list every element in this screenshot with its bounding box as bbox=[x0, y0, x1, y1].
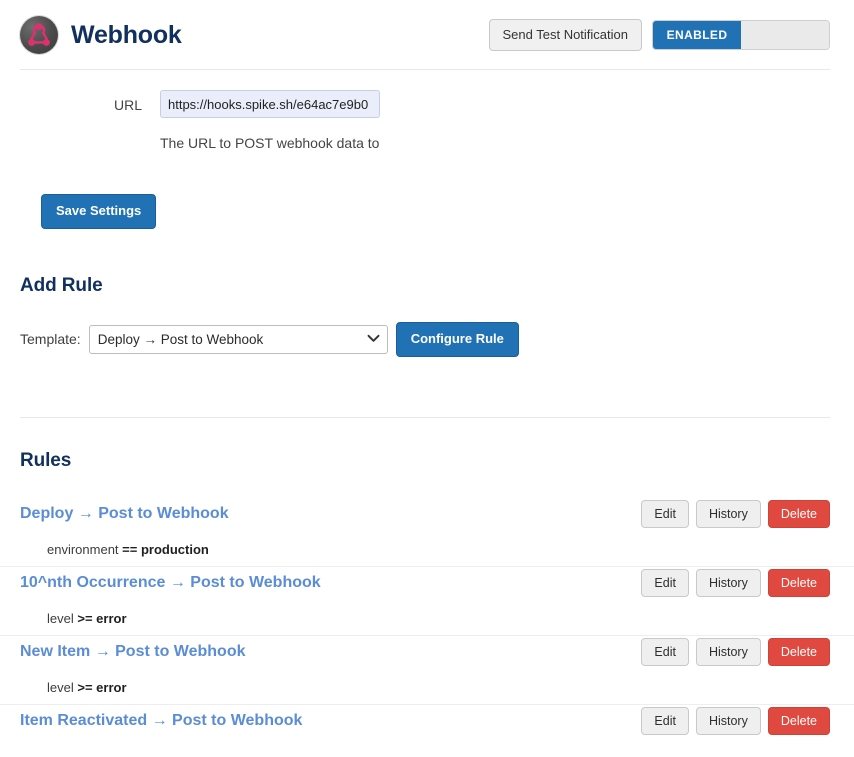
add-rule-heading: Add Rule bbox=[20, 275, 854, 297]
rule-title-link[interactable]: 10^nth Occurrence → Post to Webhook bbox=[20, 574, 321, 592]
rule-condition: environment == production bbox=[0, 530, 854, 567]
rule-header: Item Reactivated → Post to Webhook EditHi… bbox=[0, 705, 854, 737]
rule-history-button[interactable]: History bbox=[696, 569, 761, 597]
rule-edit-button[interactable]: Edit bbox=[641, 500, 689, 528]
rule-condition: level >= error bbox=[0, 599, 854, 636]
brand: Webhook bbox=[20, 16, 182, 54]
rule-title-link[interactable]: New Item → Post to Webhook bbox=[20, 643, 246, 661]
webhook-settings-form: URL The URL to POST webhook data to Save… bbox=[0, 70, 854, 229]
page-title: Webhook bbox=[71, 23, 182, 48]
rule-row: Deploy → Post to Webhook EditHistoryDelet… bbox=[0, 498, 854, 567]
rule-delete-button[interactable]: Delete bbox=[768, 569, 830, 597]
save-settings-row: Save Settings bbox=[41, 194, 854, 229]
toggle-disabled-segment[interactable] bbox=[741, 21, 829, 49]
enabled-toggle[interactable]: ENABLED bbox=[652, 20, 830, 50]
toggle-enabled-segment[interactable]: ENABLED bbox=[653, 21, 741, 49]
template-label: Template: bbox=[20, 331, 81, 347]
condition-operator-value: == production bbox=[122, 542, 209, 557]
rule-condition: level >= error bbox=[0, 668, 854, 705]
rule-edit-button[interactable]: Edit bbox=[641, 569, 689, 597]
template-select[interactable]: Deploy → Post to Webhook bbox=[89, 325, 388, 354]
condition-field: level bbox=[47, 680, 77, 695]
condition-field: environment bbox=[47, 542, 122, 557]
url-help-text: The URL to POST webhook data to bbox=[160, 135, 854, 151]
rule-history-button[interactable]: History bbox=[696, 707, 761, 735]
rule-header: 10^nth Occurrence → Post to Webhook EditH… bbox=[0, 567, 854, 599]
page-header: Webhook Send Test Notification ENABLED bbox=[0, 0, 854, 56]
save-settings-button[interactable]: Save Settings bbox=[41, 194, 156, 229]
rule-row: 10^nth Occurrence → Post to Webhook EditH… bbox=[0, 567, 854, 636]
rules-heading: Rules bbox=[20, 450, 854, 472]
rule-header: Deploy → Post to Webhook EditHistoryDelet… bbox=[0, 498, 854, 530]
add-rule-section: Add Rule Template: Deploy → Post to Webh… bbox=[0, 275, 854, 357]
rule-row: New Item → Post to Webhook EditHistoryDel… bbox=[0, 636, 854, 705]
rule-delete-button[interactable]: Delete bbox=[768, 707, 830, 735]
rule-title-link[interactable]: Deploy → Post to Webhook bbox=[20, 505, 229, 523]
rules-divider bbox=[20, 417, 830, 418]
rules-section: Rules Deploy → Post to WebhookEditHistor… bbox=[0, 450, 854, 757]
url-form-row: URL The URL to POST webhook data to bbox=[0, 90, 854, 151]
url-input[interactable] bbox=[160, 90, 380, 118]
url-control-column: The URL to POST webhook data to bbox=[160, 90, 854, 151]
rule-actions: EditHistoryDelete bbox=[641, 638, 830, 666]
rule-actions: EditHistoryDelete bbox=[641, 500, 830, 528]
rule-delete-button[interactable]: Delete bbox=[768, 638, 830, 666]
condition-field: level bbox=[47, 611, 77, 626]
rule-spacer bbox=[0, 737, 854, 757]
url-label: URL bbox=[0, 90, 160, 113]
configure-rule-button[interactable]: Configure Rule bbox=[396, 322, 519, 357]
rules-list: Deploy → Post to WebhookEditHistoryDelet… bbox=[0, 498, 854, 757]
rule-delete-button[interactable]: Delete bbox=[768, 500, 830, 528]
rule-title-link[interactable]: Item Reactivated → Post to Webhook bbox=[20, 712, 302, 730]
rule-edit-button[interactable]: Edit bbox=[641, 707, 689, 735]
template-row: Template: Deploy → Post to Webhook Confi… bbox=[20, 322, 854, 357]
template-select-wrap: Deploy → Post to Webhook bbox=[89, 325, 388, 354]
rule-row: Item Reactivated → Post to Webhook EditHi… bbox=[0, 705, 854, 757]
rule-header: New Item → Post to Webhook EditHistoryDel… bbox=[0, 636, 854, 668]
rule-history-button[interactable]: History bbox=[696, 638, 761, 666]
rule-edit-button[interactable]: Edit bbox=[641, 638, 689, 666]
send-test-notification-button[interactable]: Send Test Notification bbox=[489, 19, 643, 52]
condition-operator-value: >= error bbox=[77, 680, 126, 695]
header-actions: Send Test Notification ENABLED bbox=[489, 19, 831, 52]
rule-history-button[interactable]: History bbox=[696, 500, 761, 528]
rule-actions: EditHistoryDelete bbox=[641, 707, 830, 735]
condition-operator-value: >= error bbox=[77, 611, 126, 626]
webhook-logo-icon bbox=[20, 16, 58, 54]
rule-actions: EditHistoryDelete bbox=[641, 569, 830, 597]
